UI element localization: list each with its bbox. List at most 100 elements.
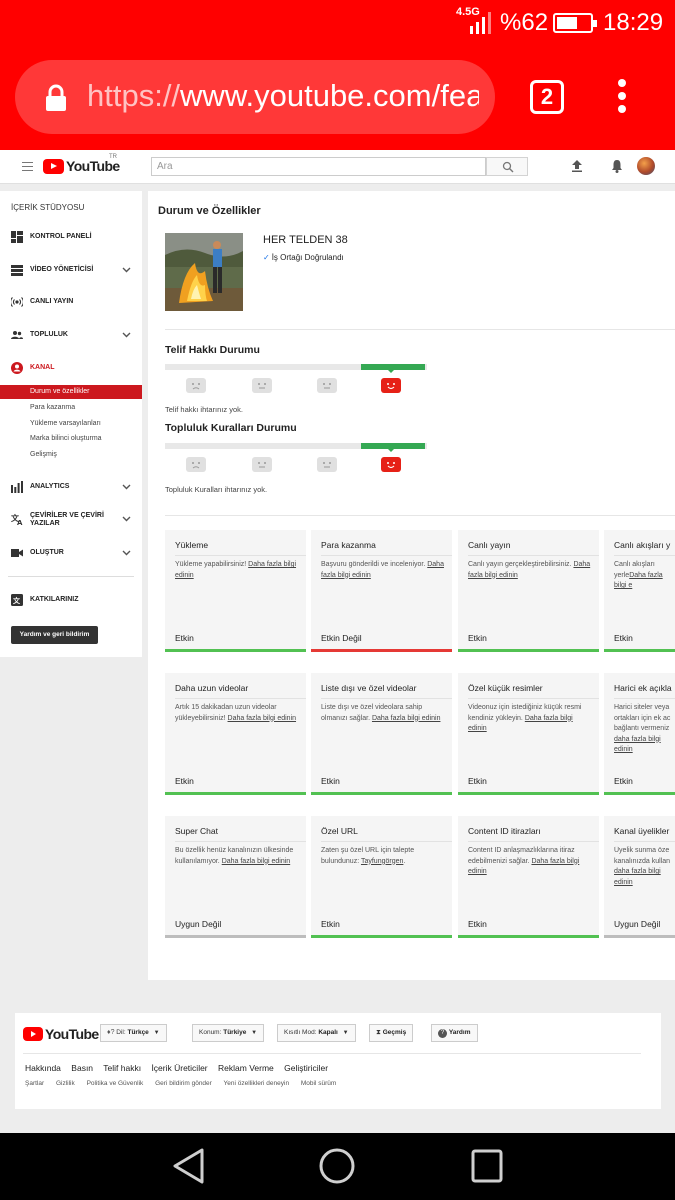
search-icon (502, 161, 514, 173)
footer-link-press[interactable]: Basın (71, 1063, 93, 1073)
divider (23, 1053, 641, 1054)
status-badge: Uygun Değil (175, 919, 222, 929)
footer-link-policy-safety[interactable]: Politika ve Güvenlik (87, 1080, 144, 1087)
svg-text:文: 文 (13, 596, 21, 605)
custom-url-link[interactable]: Tayfungörgen (361, 858, 403, 865)
menu-icon[interactable] (22, 162, 33, 171)
learn-more-link[interactable]: daha fazla bilgi edinin (614, 736, 661, 754)
svg-text:A: A (17, 519, 23, 525)
footer-link-try-new-features[interactable]: Yeni özellikleri deneyin (224, 1080, 290, 1087)
sidebar-subitem-monetization[interactable]: Para kazanma (0, 401, 142, 415)
translate-icon: 文A (11, 513, 23, 525)
footer-link-mobile[interactable]: Mobil sürüm (301, 1080, 336, 1087)
feature-card-custom-url: Özel URL Zaten şu özel URL için talepte … (311, 816, 452, 938)
footer-link-privacy[interactable]: Gizlilik (56, 1080, 75, 1087)
learn-more-link[interactable]: daha fazla bilgi edinin (614, 868, 661, 886)
checkmark-icon: ✓ (263, 253, 270, 262)
learn-more-link[interactable]: Daha fazla bilgi edinin (222, 858, 291, 865)
clock: 18:29 (603, 9, 664, 36)
notifications-bell-icon[interactable] (609, 158, 625, 174)
restricted-mode-button[interactable]: Kısıtlı Mod: Kapalı ▼ (277, 1024, 356, 1042)
sidebar-subitem-status[interactable]: Durum ve özellikler (0, 385, 142, 399)
search-button[interactable] (486, 157, 528, 176)
sad-face-icon (186, 457, 206, 472)
dropdown-arrow-icon: ▼ (342, 1030, 349, 1036)
tab-switcher-button[interactable]: 2 (530, 80, 564, 114)
location-button[interactable]: Konum: Türkiye ▼ (192, 1024, 265, 1042)
status-badge: Etkin (175, 776, 194, 786)
page-title: Durum ve Özellikler (158, 205, 261, 217)
address-bar[interactable]: https://www.youtube.com/fea (15, 60, 495, 134)
footer-link-developers[interactable]: Geliştiriciler (284, 1063, 328, 1073)
back-icon[interactable] (171, 1147, 207, 1185)
footer-link-send-feedback[interactable]: Geri bildirim gönder (155, 1080, 212, 1087)
status-badge: Etkin (468, 776, 487, 786)
sidebar-subitem-upload-defaults[interactable]: Yükleme varsayılanları (0, 417, 142, 431)
copyright-note: Telif hakkı ihtarınız yok. (165, 405, 243, 414)
footer-link-terms[interactable]: Şartlar (25, 1080, 44, 1087)
upload-icon[interactable] (569, 158, 585, 174)
sidebar-item-video-manager[interactable]: VİDEO YÖNETİCİSİ (0, 260, 142, 280)
home-icon[interactable] (318, 1147, 356, 1185)
help-feedback-button[interactable]: Yardım ve geri bildirim (11, 626, 98, 644)
community-note: Topluluk Kuralları ihtarınız yok. (165, 485, 268, 494)
happy-face-icon (381, 457, 401, 472)
sidebar-item-channel[interactable]: KANAL (0, 358, 142, 378)
sidebar-subitem-branding[interactable]: Marka bilinci oluşturma (0, 432, 142, 446)
sidebar-item-live[interactable]: CANLI YAYIN (0, 292, 142, 312)
search-input[interactable]: Ara (151, 157, 486, 176)
chevron-down-icon (122, 550, 131, 556)
recents-icon[interactable] (470, 1147, 504, 1185)
studio-sidebar: İÇERİK STÜDYOSU KONTROL PANELİ VİDEO YÖN… (0, 191, 142, 657)
neutral-face-icon (252, 457, 272, 472)
language-button[interactable]: ♦? Dil: Türkçe ▼ (100, 1024, 167, 1042)
chevron-down-icon (122, 332, 131, 338)
footer-youtube-logo[interactable]: YouTube (23, 1026, 99, 1042)
status-badge: Etkin (321, 919, 340, 929)
signal-icon (470, 12, 491, 34)
language-icon: ♦? (107, 1029, 115, 1036)
feature-card-custom-thumbnails: Özel küçük resimler Videonuz için istedi… (458, 673, 599, 795)
battery-icon (553, 13, 597, 33)
feature-card-external-annotations: Harici ek açıkla Harici siteler veya ort… (604, 673, 675, 795)
footer-link-advertise[interactable]: Reklam Verme (218, 1063, 274, 1073)
footer-link-creators[interactable]: İçerik Üreticiler (151, 1063, 207, 1073)
channel-icon (11, 362, 23, 374)
footer-link-about[interactable]: Hakkında (25, 1063, 61, 1073)
sidebar-item-translations[interactable]: 文A ÇEVİRİLER VE ÇEVİRİ YAZILAR (0, 509, 142, 535)
sad-face-icon (186, 378, 206, 393)
divider (165, 329, 675, 330)
neutral-face-icon (252, 378, 272, 393)
avatar[interactable] (637, 157, 655, 175)
divider (8, 576, 134, 577)
footer-links: Hakkında Basın Telif hakkı İçerik Üretic… (25, 1063, 336, 1073)
verified-badge: ✓ İş Ortağı Doğrulandı (263, 253, 344, 262)
sidebar-item-create[interactable]: OLUŞTUR (0, 543, 142, 563)
browser-toolbar: https://www.youtube.com/fea 2 (0, 46, 675, 150)
status-badge: Uygun Değil (614, 919, 661, 929)
footer-link-copyright[interactable]: Telif hakkı (103, 1063, 141, 1073)
sidebar-item-community[interactable]: TOPLULUK (0, 325, 142, 345)
channel-thumbnail (165, 233, 243, 311)
sidebar-subitem-advanced[interactable]: Gelişmiş (0, 448, 142, 462)
chevron-down-icon (122, 484, 131, 490)
sidebar-item-dashboard[interactable]: KONTROL PANELİ (0, 227, 142, 247)
learn-more-link[interactable]: Daha fazla bilgi edinin (228, 715, 297, 722)
sidebar-item-contributions[interactable]: 文 KATKILARINIZ (0, 590, 142, 610)
help-button[interactable]: ? Yardım (431, 1024, 478, 1042)
browser-menu-icon[interactable] (612, 79, 632, 115)
chevron-down-icon (122, 267, 131, 273)
learn-more-link[interactable]: Daha fazla bilgi edinin (372, 715, 441, 722)
neutral-face-icon (317, 378, 337, 393)
neutral-face-icon (317, 457, 337, 472)
lock-icon (46, 84, 66, 111)
create-icon (11, 549, 23, 557)
status-badge: Etkin (468, 919, 487, 929)
sidebar-item-analytics[interactable]: ANALYTICS (0, 477, 142, 497)
status-badge: Etkin (614, 633, 633, 643)
history-button[interactable]: ⧗ Geçmiş (369, 1024, 414, 1042)
url-text: https://www.youtube.com/fea (87, 78, 479, 113)
feature-card-longer-videos: Daha uzun videolar Artık 15 dakikadan uz… (165, 673, 306, 795)
channel-name: HER TELDEN 38 (263, 234, 348, 246)
feature-card-live-embed: Canlı akışları y Canlı akışları yerleDah… (604, 530, 675, 652)
